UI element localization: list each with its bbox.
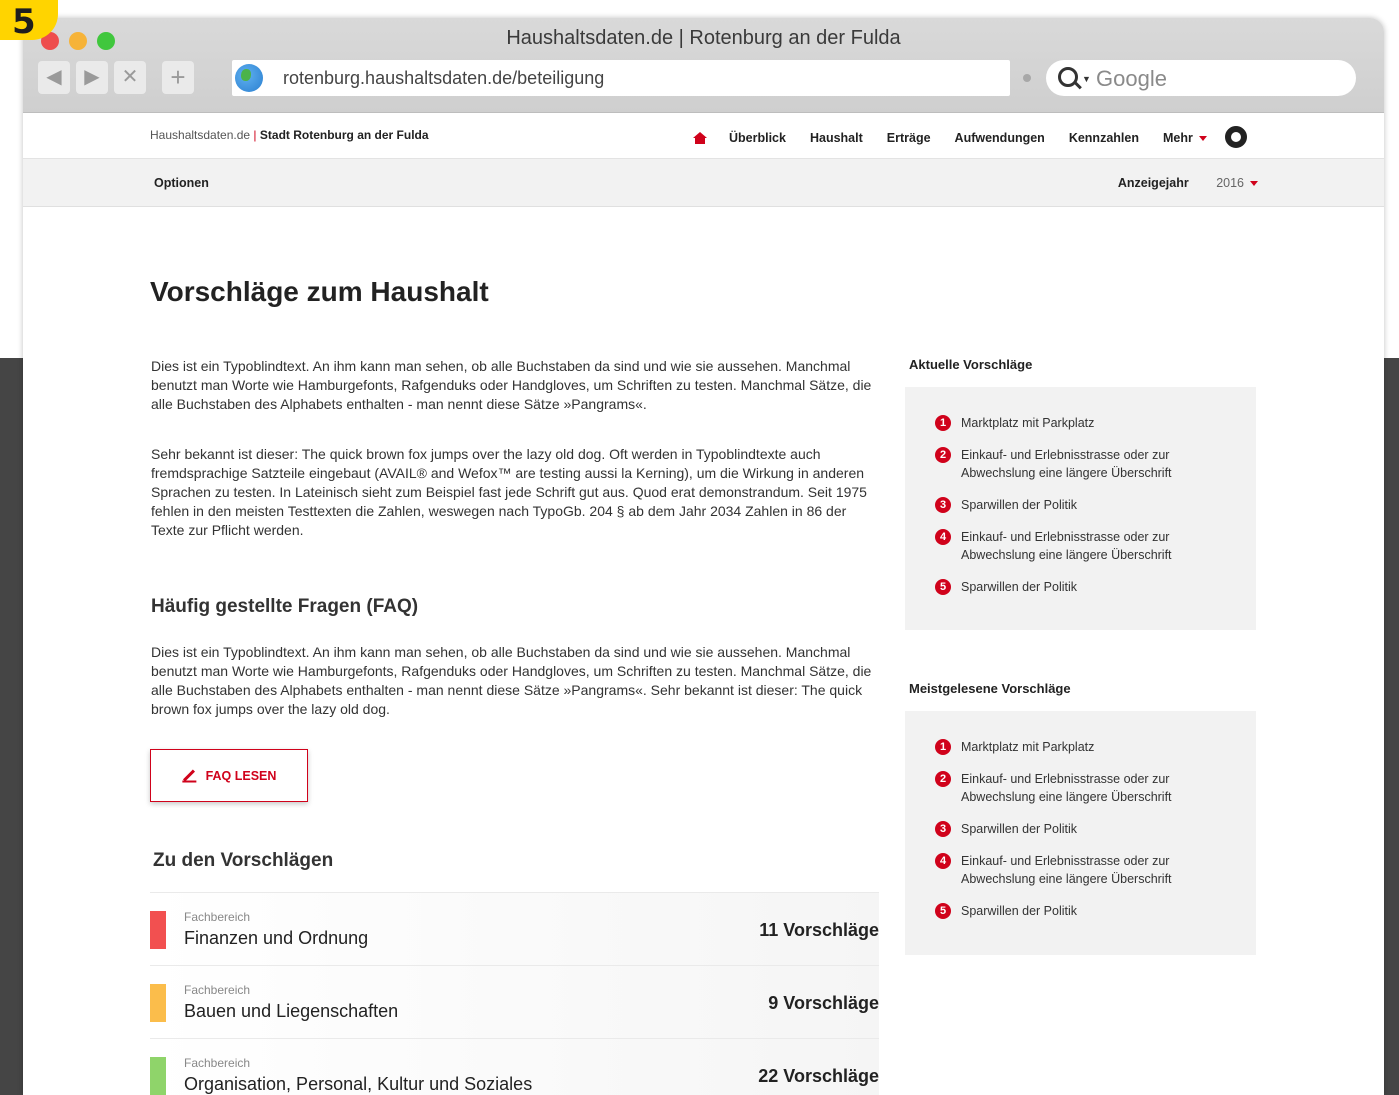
proposal-link[interactable]: Marktplatz mit Parkplatz [961, 738, 1211, 756]
proposal-link[interactable]: Einkauf- und Erlebnisstrasse oder zur Ab… [961, 528, 1211, 564]
faq-read-label: FAQ LESEN [205, 768, 277, 783]
category-row-organisation[interactable]: Fachbereich Organisation, Personal, Kult… [150, 1039, 879, 1095]
rank-badge: 1 [935, 739, 951, 755]
category-row-bauen[interactable]: Fachbereich Bauen und Liegenschaften 9 V… [150, 966, 879, 1039]
rank-badge: 3 [935, 821, 951, 837]
category-count: 11 Vorschläge [759, 920, 879, 940]
category-list: Fachbereich Finanzen und Ordnung 11 Vors… [150, 892, 879, 1095]
proposal-link[interactable]: Sparwillen der Politik [961, 578, 1211, 596]
list-item[interactable]: 5 Sparwillen der Politik [935, 578, 1256, 596]
list-item[interactable]: 2 Einkauf- und Erlebnisstrasse oder zur A… [935, 770, 1256, 806]
rank-badge: 3 [935, 497, 951, 513]
proposal-link[interactable]: Einkauf- und Erlebnisstrasse oder zur Ab… [961, 852, 1211, 888]
proposal-link[interactable]: Sparwillen der Politik [961, 496, 1211, 514]
category-title[interactable]: Finanzen und Ordnung [184, 928, 368, 949]
proposal-link[interactable]: Sparwillen der Politik [961, 820, 1211, 838]
list-item[interactable]: 1 Marktplatz mit Parkplatz [935, 414, 1256, 432]
list-item[interactable]: 3 Sparwillen der Politik [935, 820, 1256, 838]
rank-badge: 4 [935, 853, 951, 869]
proposal-link[interactable]: Einkauf- und Erlebnisstrasse oder zur Ab… [961, 446, 1211, 482]
rank-badge: 1 [935, 415, 951, 431]
category-count: 22 Vorschläge [758, 1066, 879, 1086]
current-proposals-box: 1 Marktplatz mit Parkplatz 2 Einkauf- und … [905, 387, 1256, 630]
category-color-bar [150, 984, 166, 1022]
proposal-link[interactable]: Marktplatz mit Parkplatz [961, 414, 1211, 432]
category-title[interactable]: Bauen und Liegenschaften [184, 1001, 398, 1022]
list-item[interactable]: 2 Einkauf- und Erlebnisstrasse oder zur A… [935, 446, 1256, 482]
faq-heading: Häufig gestellte Fragen (FAQ) [151, 596, 419, 617]
intro-paragraph-2: Sehr bekannt ist dieser: The quick brown… [151, 446, 867, 538]
step-number: 5 [12, 2, 36, 42]
list-item[interactable]: 3 Sparwillen der Politik [935, 496, 1256, 514]
list-item[interactable]: 4 Einkauf- und Erlebnisstrasse oder zur A… [935, 852, 1256, 888]
list-item[interactable]: 1 Marktplatz mit Parkplatz [935, 738, 1256, 756]
category-color-bar [150, 911, 166, 949]
category-label: Fachbereich [184, 983, 251, 997]
category-title[interactable]: Organisation, Personal, Kultur und Sozia… [184, 1074, 532, 1095]
current-proposals-title: Aktuelle Vorschläge [909, 357, 1033, 372]
proposal-link[interactable]: Einkauf- und Erlebnisstrasse oder zur Ab… [961, 770, 1211, 806]
list-item[interactable]: 5 Sparwillen der Politik [935, 902, 1256, 920]
most-read-box: 1 Marktplatz mit Parkplatz 2 Einkauf- und … [905, 711, 1256, 955]
rank-badge: 5 [935, 579, 951, 595]
category-row-finanzen[interactable]: Fachbereich Finanzen und Ordnung 11 Vors… [150, 893, 879, 966]
page-content: Vorschläge zum Haushalt Dies ist ein Typ… [23, 18, 1384, 1095]
pencil-icon [182, 769, 195, 782]
rank-badge: 2 [935, 771, 951, 787]
proposal-link[interactable]: Sparwillen der Politik [961, 902, 1211, 920]
page-title: Vorschläge zum Haushalt [150, 276, 489, 307]
proposals-heading: Zu den Vorschlägen [153, 850, 334, 871]
faq-paragraph: Dies ist ein Typoblindtext. An ihm kann … [151, 644, 872, 717]
rank-badge: 4 [935, 529, 951, 545]
category-label: Fachbereich [184, 910, 251, 924]
category-label: Fachbereich [184, 1056, 251, 1070]
category-color-bar [150, 1057, 166, 1095]
rank-badge: 5 [935, 903, 951, 919]
category-count: 9 Vorschläge [768, 993, 879, 1013]
intro-paragraph-1: Dies ist ein Typoblindtext. An ihm kann … [151, 358, 872, 412]
rank-badge: 2 [935, 447, 951, 463]
most-read-title: Meistgelesene Vorschläge [909, 681, 1071, 696]
list-item[interactable]: 4 Einkauf- und Erlebnisstrasse oder zur A… [935, 528, 1256, 564]
faq-read-button[interactable]: FAQ LESEN [150, 749, 308, 802]
